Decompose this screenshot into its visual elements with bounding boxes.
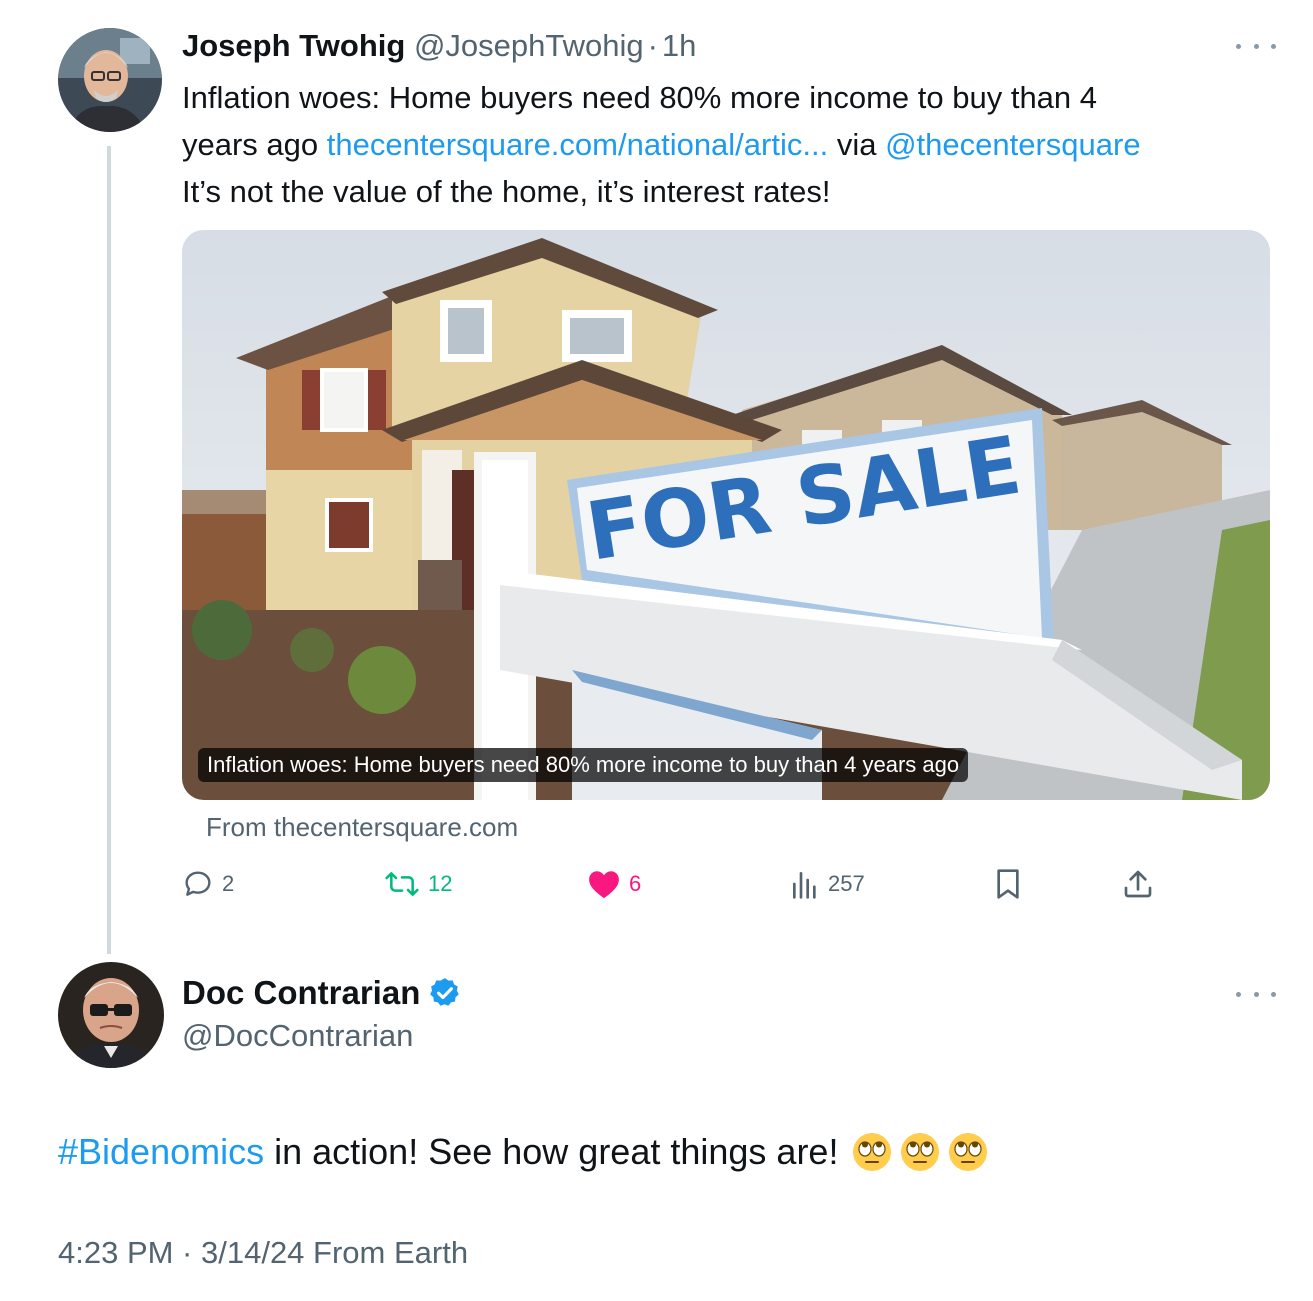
- tweet-text-line1: Inflation woes: Home buyers need 80% mor…: [182, 80, 1098, 115]
- repost-icon: [385, 872, 419, 896]
- author-name[interactable]: Joseph Twohig: [182, 28, 405, 63]
- article-link[interactable]: thecentersquare.com/national/artic...: [327, 127, 828, 162]
- avatar-joseph-twohig[interactable]: [58, 28, 162, 132]
- eye-roll-emoji: [901, 1133, 940, 1171]
- card-source[interactable]: From thecentersquare.com: [206, 810, 518, 844]
- link-card[interactable]: FOR SALE Inflation woes: Home buyers nee…: [182, 230, 1270, 800]
- reply-icon: [185, 871, 211, 896]
- like-count: 6: [629, 871, 642, 896]
- views-count: 257: [828, 871, 865, 896]
- reply-count: 2: [222, 871, 235, 896]
- like-button[interactable]: 6: [587, 862, 641, 906]
- main-tweet-body: in action! See how great things are!: [264, 1131, 839, 1172]
- repost-button[interactable]: 12: [384, 862, 452, 906]
- bookmark-icon: [997, 869, 1019, 899]
- more-icon[interactable]: [1236, 38, 1276, 54]
- main-tweet-header: Doc Contrarian: [182, 972, 462, 1014]
- bookmark-button[interactable]: [994, 862, 1022, 906]
- mention-link[interactable]: @thecentersquare: [885, 127, 1141, 162]
- share-icon: [1124, 870, 1152, 898]
- share-button[interactable]: [1122, 862, 1154, 906]
- via-text: via: [828, 127, 886, 162]
- avatar-doc-contrarian[interactable]: [58, 962, 164, 1068]
- views-button[interactable]: 257: [790, 862, 865, 906]
- main-tweet-text: #Bidenomics in action! See how great thi…: [58, 1128, 988, 1176]
- thread-line: [107, 146, 111, 954]
- views-icon: [793, 872, 816, 899]
- repost-count: 12: [428, 871, 453, 896]
- separator-dot: ·: [647, 28, 658, 63]
- tweet-text: Inflation woes: Home buyers need 80% mor…: [182, 74, 1292, 215]
- card-image-for-sale-house: [182, 230, 1270, 800]
- main-author-handle[interactable]: @DocContrarian: [182, 1016, 413, 1056]
- reply-button[interactable]: 2: [182, 862, 234, 906]
- main-more-icon[interactable]: [1236, 986, 1276, 1002]
- eye-roll-emoji: [853, 1133, 892, 1171]
- tweet-timestamp[interactable]: 4:23 PM · 3/14/24 From Earth: [58, 1232, 468, 1274]
- tweet-header: Joseph Twohig @JosephTwohig · 1h: [182, 26, 696, 66]
- eye-roll-emoji: [949, 1133, 988, 1171]
- main-author-name[interactable]: Doc Contrarian: [182, 972, 420, 1014]
- tweet-time[interactable]: 1h: [662, 28, 696, 63]
- card-caption: Inflation woes: Home buyers need 80% mor…: [198, 748, 969, 782]
- author-handle[interactable]: @JosephTwohig: [414, 28, 644, 63]
- verified-badge-icon[interactable]: [428, 976, 462, 1010]
- like-icon: [589, 871, 619, 899]
- hashtag-link[interactable]: #Bidenomics: [58, 1128, 264, 1176]
- tweet-text-prefix: years ago: [182, 127, 327, 162]
- tweet-text-line2: years ago thecentersquare.com/national/a…: [182, 121, 1292, 168]
- tweet-actions: 2 12 6 257: [182, 862, 1162, 906]
- tweet-text-line3: It’s not the value of the home, it’s int…: [182, 174, 831, 209]
